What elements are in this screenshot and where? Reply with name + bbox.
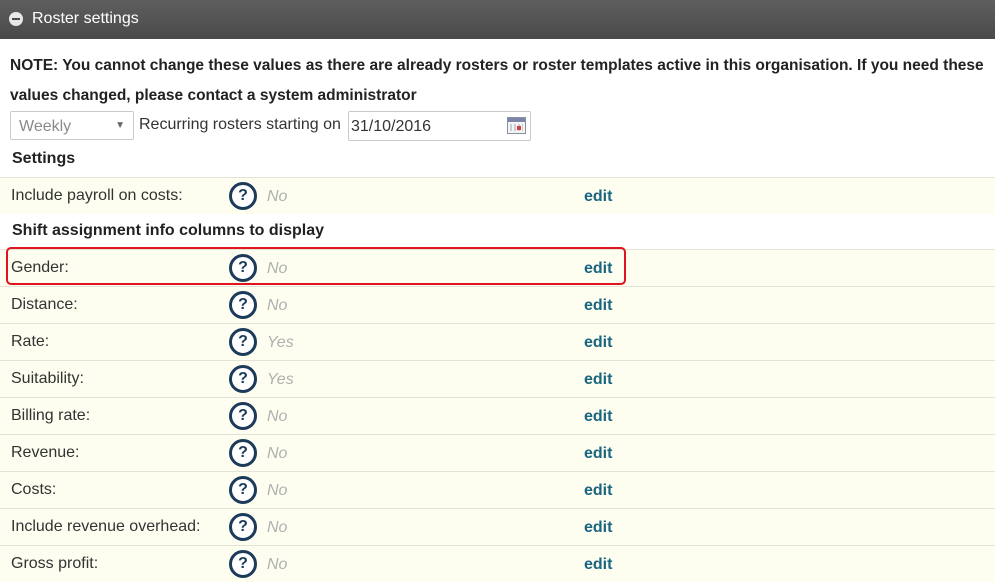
setting-label: Distance:	[11, 296, 78, 313]
edit-link[interactable]: edit	[584, 556, 612, 574]
calendar-icon[interactable]	[507, 117, 526, 134]
setting-value: Yes	[267, 371, 294, 388]
edit-link[interactable]: edit	[584, 334, 612, 352]
help-icon[interactable]: ?	[229, 476, 257, 504]
setting-row: Suitability: ? Yes edit	[0, 360, 995, 397]
setting-value: No	[267, 408, 288, 425]
help-icon[interactable]: ?	[229, 291, 257, 319]
setting-label: Include revenue overhead:	[11, 518, 201, 535]
edit-link[interactable]: edit	[584, 297, 612, 315]
section-title-shift-columns: Shift assignment info columns to display	[12, 222, 325, 239]
help-icon[interactable]: ?	[229, 439, 257, 467]
setting-label: Revenue:	[11, 444, 80, 461]
highlight-box	[6, 247, 626, 285]
setting-label: Billing rate:	[11, 407, 91, 424]
edit-link[interactable]: edit	[584, 371, 612, 389]
setting-value: Yes	[267, 334, 294, 351]
help-icon[interactable]: ?	[229, 550, 257, 578]
help-icon[interactable]: ?	[229, 402, 257, 430]
setting-value: No	[267, 297, 288, 314]
collapse-icon[interactable]	[9, 12, 23, 26]
edit-link[interactable]: edit	[584, 482, 612, 500]
setting-label: Suitability:	[11, 370, 84, 387]
setting-value: No	[267, 556, 288, 573]
setting-row: Include revenue overhead: ? No edit	[0, 508, 995, 545]
edit-link[interactable]: edit	[584, 445, 612, 463]
start-date-input[interactable]: 31/10/2016	[348, 111, 531, 141]
setting-row: Rate: ? Yes edit	[0, 323, 995, 360]
setting-label: Include payroll on costs:	[11, 187, 183, 204]
help-icon[interactable]: ?	[229, 182, 257, 210]
setting-row: Distance: ? No edit	[0, 286, 995, 323]
setting-value: No	[267, 445, 288, 462]
help-icon[interactable]: ?	[229, 513, 257, 541]
setting-value: No	[267, 482, 288, 499]
frequency-value: Weekly	[19, 118, 72, 135]
help-icon[interactable]: ?	[229, 365, 257, 393]
setting-row: Gross profit: ? No edit	[0, 545, 995, 582]
edit-link[interactable]: edit	[584, 519, 612, 537]
setting-row: Revenue: ? No edit	[0, 434, 995, 471]
start-date-value: 31/10/2016	[351, 118, 432, 135]
setting-label: Rate:	[11, 333, 50, 350]
help-icon[interactable]: ?	[229, 328, 257, 356]
recurring-label: Recurring rosters starting on	[139, 116, 341, 133]
edit-link[interactable]: edit	[584, 408, 612, 426]
section-title-settings: Settings	[12, 150, 76, 167]
setting-value: No	[267, 188, 288, 205]
setting-row: Costs: ? No edit	[0, 471, 995, 508]
setting-label: Costs:	[11, 481, 57, 498]
note-text: NOTE: You cannot change these values as …	[10, 57, 984, 104]
setting-row: Billing rate: ? No edit	[0, 397, 995, 434]
panel-title: Roster settings	[32, 10, 139, 27]
setting-label: Gross profit:	[11, 555, 99, 572]
edit-link[interactable]: edit	[584, 188, 612, 206]
panel-header[interactable]: Roster settings	[0, 0, 995, 39]
frequency-select[interactable]: Weekly ▼	[10, 111, 134, 140]
setting-value: No	[267, 519, 288, 536]
setting-row: Include payroll on costs: ? No edit	[0, 177, 995, 214]
chevron-down-icon: ▼	[115, 120, 125, 131]
